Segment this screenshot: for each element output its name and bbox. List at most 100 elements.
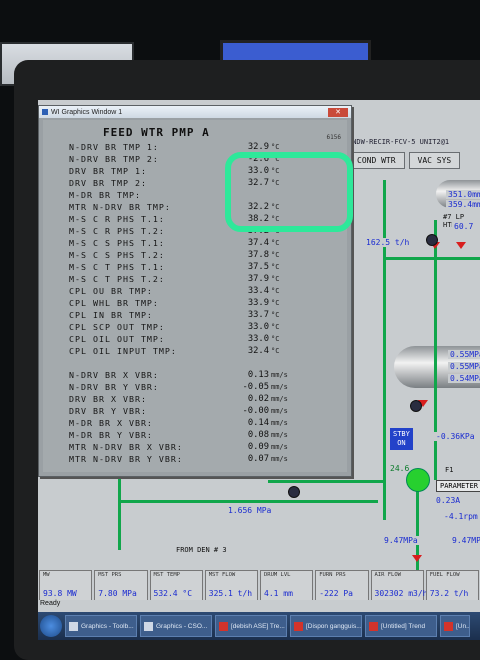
pipe: [118, 500, 378, 503]
parameter-value: 0.14: [247, 418, 269, 428]
pressure-value-5: 9.47MPa: [382, 536, 420, 545]
pressure-value-6: 9.47MPa: [450, 536, 480, 545]
parameter-row: DRV BR Y VBR: -0.00 mm/s: [43, 406, 347, 418]
pump-label: F1: [445, 466, 454, 474]
valve-icon[interactable]: [456, 242, 466, 249]
status-mst-prs: MST PRS 7.80 MPa: [94, 570, 148, 602]
parameter-value: 33.7: [247, 310, 269, 320]
parameter-value: 0.13: [247, 370, 269, 380]
taskbar-item[interactable]: [Dispon gangguis...: [290, 615, 362, 637]
plant-status-bar: MW 93.8 MW MST PRS 7.80 MPa MST TEMP 532.4 …: [38, 570, 480, 602]
parameter-name: CPL OIL INPUT TMP:: [69, 346, 177, 356]
parameter-unit: °C: [271, 347, 280, 355]
parameter-row: MTR N-DRV BR Y VBR: 0.07 mm/s: [43, 454, 347, 466]
windows-taskbar: Graphics - Toolb... Graphics - CSO... [deb…: [38, 612, 480, 640]
pressure-value-4: -0.36KPa: [434, 432, 477, 441]
motor-icon[interactable]: [288, 486, 300, 498]
parameter-unit: mm/s: [271, 383, 288, 391]
parameter-name: M-S C S PHS T.1:: [69, 238, 165, 248]
status-furn-prs: FURN PRS -222 Pa: [315, 570, 369, 602]
parameter-unit: °C: [271, 239, 280, 247]
parameter-name: CPL OU BR TMP:: [69, 286, 153, 296]
graphics-popup-window[interactable]: WI Graphics Window 1 ✕ FEED WTR PMP A 61…: [38, 105, 353, 477]
parameter-unit: °C: [271, 299, 280, 307]
window-title: WI Graphics Window 1: [51, 108, 123, 116]
taskbar-item-label: [Un...: [456, 622, 470, 630]
app-icon: [369, 621, 378, 631]
motor-icon[interactable]: [426, 234, 438, 246]
parameter-name: M-DR BR TMP:: [69, 190, 141, 200]
status-air-flow: AIR FLOW 302302 m3/h: [370, 570, 427, 602]
parameter-button[interactable]: PARAMETER: [436, 480, 480, 492]
dcs-tag-path: INDW-RECIR-FCV-5 UNIT2@1: [348, 138, 450, 146]
app-icon: [69, 621, 78, 631]
status-mst-flow: MST FLOW 325.1 t/h: [204, 570, 258, 602]
parameter-value: 37.8: [247, 250, 269, 260]
taskbar-item[interactable]: [Untitled] Trend: [365, 615, 437, 637]
app-icon: [444, 621, 453, 631]
parameter-row: CPL SCP OUT TMP: 33.0 °C: [43, 322, 347, 334]
parameter-row: CPL OIL INPUT TMP: 32.4 °C: [43, 346, 347, 358]
parameter-row: DRV BR X VBR: 0.02 mm/s: [43, 394, 347, 406]
taskbar-item[interactable]: [debish ASE] Tre...: [215, 615, 287, 637]
parameter-value: 37.9: [247, 274, 269, 284]
parameter-unit: mm/s: [271, 419, 288, 427]
start-button[interactable]: [40, 615, 62, 637]
parameter-name: CPL OIL OUT TMP:: [69, 334, 165, 344]
taskbar-item[interactable]: Graphics - Toolb...: [65, 615, 137, 637]
parameter-row: M-DR BR Y VBR: 0.08 mm/s: [43, 430, 347, 442]
parameter-name: MTR N-DRV BR X VBR:: [69, 442, 183, 452]
parameter-name: N-DRV BR X VBR:: [69, 370, 159, 380]
taskbar-item-label: Graphics - CSO...: [156, 622, 208, 630]
parameter-row: CPL OIL OUT TMP: 33.0 °C: [43, 334, 347, 346]
taskbar-item[interactable]: [Un...: [440, 615, 470, 637]
parameter-unit: °C: [271, 275, 280, 283]
status-drum-lvl: DRUM LVL 4.1 mm: [260, 570, 314, 602]
taskbar-item-label: [Dispon gangguis...: [306, 622, 362, 630]
parameter-row: M-S C T PHS T.1: 37.5 °C: [43, 262, 347, 274]
pipe: [383, 257, 480, 260]
parameter-unit: °C: [271, 263, 280, 271]
parameter-name: M-DR BR X VBR:: [69, 418, 153, 428]
close-icon[interactable]: ✕: [328, 107, 348, 117]
parameter-row: M-S C S PHS T.1: 37.4 °C: [43, 238, 347, 250]
current-value: 0.23A: [434, 496, 463, 505]
parameter-value: 33.0: [247, 322, 269, 332]
parameter-name: N-DRV BR TMP 2:: [69, 154, 159, 164]
parameter-name: MTR N-DRV BR Y VBR:: [69, 454, 183, 464]
standby-label: STBY: [393, 430, 410, 438]
status-fuel-flow: FUEL FLOW 73.2 t/h: [425, 570, 479, 602]
pressure-value-2: 0.55MPa: [448, 362, 480, 371]
parameter-row: M-S C T PHS T.2: 37.9 °C: [43, 274, 347, 286]
standby-indicator[interactable]: STBY ON: [390, 428, 413, 450]
parameter-unit: °C: [271, 311, 280, 319]
motor-icon[interactable]: [410, 400, 422, 412]
valve-icon[interactable]: [412, 555, 422, 562]
tank-level-1: 351.0mm: [446, 190, 480, 199]
parameter-name: M-S C R PHS T.1:: [69, 214, 165, 224]
parameter-name: DRV BR X VBR:: [69, 394, 147, 404]
tab-cond-wtr[interactable]: COND WTR: [348, 152, 405, 169]
parameter-value: 33.9: [247, 298, 269, 308]
parameter-unit: °C: [271, 287, 280, 295]
parameter-name: M-S C T PHS T.1:: [69, 262, 165, 272]
parameter-row: CPL OU BR TMP: 33.4 °C: [43, 286, 347, 298]
tab-vac-sys[interactable]: VAC SYS: [408, 152, 461, 169]
parameter-name: DRV BR TMP 2:: [69, 178, 147, 188]
parameter-name: M-DR BR Y VBR:: [69, 430, 153, 440]
taskbar-item[interactable]: Graphics - CSO...: [140, 615, 212, 637]
parameter-name: M-S C T PHS T.2:: [69, 274, 165, 284]
pipe: [434, 220, 437, 480]
parameter-name: N-DRV BR Y VBR:: [69, 382, 159, 392]
parameter-unit: °C: [271, 335, 280, 343]
parameter-row: N-DRV BR Y VBR: -0.05 mm/s: [43, 382, 347, 394]
pressure-value-1: 0.55MPa: [448, 350, 480, 359]
window-body: FEED WTR PMP A 6156 N-DRV BR TMP 1: 32.9 °…: [43, 120, 353, 472]
parameter-unit: mm/s: [271, 371, 288, 379]
parameter-value: 33.4: [247, 286, 269, 296]
feed-pump-icon[interactable]: [406, 468, 430, 492]
parameter-value: -0.00: [242, 406, 269, 416]
pipe: [268, 480, 384, 483]
window-titlebar[interactable]: WI Graphics Window 1 ✕: [39, 106, 351, 118]
parameter-row: CPL WHL BR TMP: 33.9 °C: [43, 298, 347, 310]
